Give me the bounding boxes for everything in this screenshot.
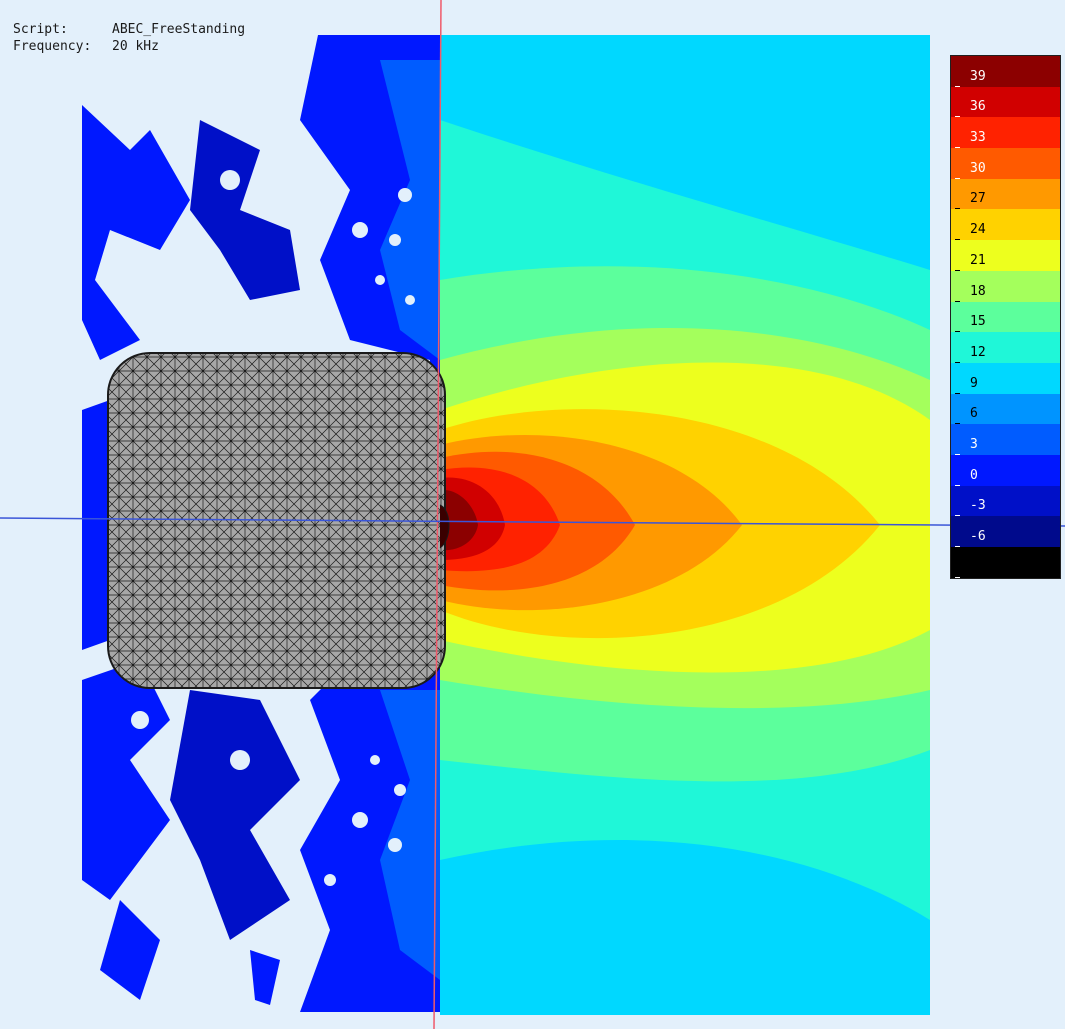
legend-label: 30 xyxy=(970,160,986,176)
script-row: Script: ABEC_FreeStanding xyxy=(13,21,245,38)
legend-step: -6 xyxy=(951,516,1060,547)
legend-label: 6 xyxy=(970,406,978,422)
simulation-info: Script: ABEC_FreeStanding Frequency: 20 kHz xyxy=(13,21,245,55)
legend-step xyxy=(951,547,1060,578)
legend-step: 9 xyxy=(951,362,1060,394)
legend-step: 0 xyxy=(951,454,1060,486)
legend-step: 12 xyxy=(951,332,1060,363)
spl-field-plot[interactable] xyxy=(0,0,1065,1029)
legend-step: 6 xyxy=(951,393,1060,425)
legend-step: 18 xyxy=(951,270,1060,302)
legend-step: -3 xyxy=(951,485,1060,517)
legend-label: 15 xyxy=(970,314,986,330)
legend-label: 39 xyxy=(970,68,986,84)
color-scale-legend: 39 36 33 30 27 24 21 18 15 12 9 6 3 0 -3 -6 xyxy=(950,55,1061,579)
frequency-value: 20 kHz xyxy=(112,39,159,54)
legend-step: 24 xyxy=(951,209,1060,241)
script-label: Script: xyxy=(13,22,68,37)
legend-label: 24 xyxy=(970,222,986,238)
legend-label: -3 xyxy=(970,498,986,514)
legend-step: 21 xyxy=(951,240,1060,271)
legend-tick xyxy=(955,576,960,578)
legend-step: 33 xyxy=(951,117,1060,149)
legend-step: 15 xyxy=(951,301,1060,333)
frequency-row: Frequency: 20 kHz xyxy=(13,38,245,55)
frequency-label: Frequency: xyxy=(13,39,92,54)
legend-step: 27 xyxy=(951,178,1060,210)
legend-step: 36 xyxy=(951,86,1060,118)
legend-label: 21 xyxy=(970,252,986,268)
legend-label: 36 xyxy=(970,99,986,115)
legend-label: 3 xyxy=(970,436,978,452)
legend-label: 0 xyxy=(970,467,978,483)
legend-step: 30 xyxy=(951,148,1060,179)
legend-label: -6 xyxy=(970,529,986,544)
legend-step: 39 xyxy=(951,56,1060,87)
script-value: ABEC_FreeStanding xyxy=(112,22,246,37)
legend-label: 33 xyxy=(970,130,986,146)
legend-label: 12 xyxy=(970,344,986,360)
legend-step: 3 xyxy=(951,424,1060,455)
legend-label: 18 xyxy=(970,283,986,299)
legend-label: 27 xyxy=(970,191,986,207)
legend-label: 9 xyxy=(970,375,978,391)
